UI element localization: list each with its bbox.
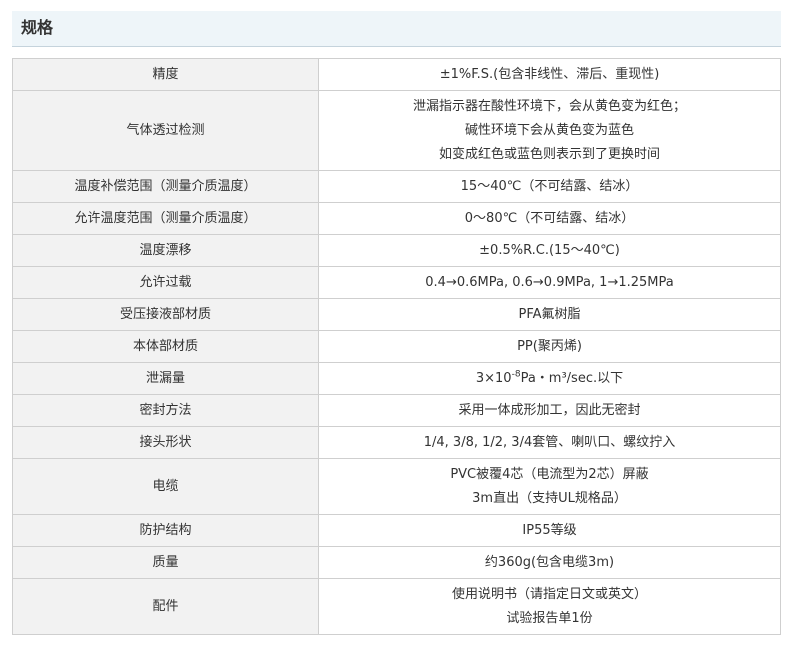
row-value: 使用说明书（请指定日文或英文） 试验报告单1份 [318,578,781,635]
row-value: 3×10-8Pa・m³/sec.以下 [318,362,781,395]
table-row: 允许温度范围（测量介质温度） 0～80℃（不可结露、结冰） [12,202,781,235]
value-line: 试验报告单1份 [506,610,593,626]
value-line: ±1%F.S.(包含非线性、滞后、重现性) [439,66,660,82]
row-label: 密封方法 [12,394,319,427]
row-value: 15～40℃（不可结露、结冰） [318,170,781,203]
row-label: 配件 [12,578,319,635]
row-label: 受压接液部材质 [12,298,319,331]
value-line: ±0.5%R.C.(15～40℃) [479,242,620,258]
row-label: 温度漂移 [12,234,319,267]
row-label: 接头形状 [12,426,319,459]
row-label: 温度补偿范围（测量介质温度） [12,170,319,203]
section-title: 规格 [21,18,54,37]
value-line: 15～40℃（不可结露、结冰） [460,178,639,194]
row-value: 1/4, 3/8, 1/2, 3/4套管、喇叭口、螺纹拧入 [318,426,781,459]
row-value: 泄漏指示器在酸性环境下，会从黄色变为红色； 碱性环境下会从黄色变为蓝色 如变成红… [318,90,781,171]
table-row: 泄漏量 3×10-8Pa・m³/sec.以下 [12,362,781,395]
row-value: ±0.5%R.C.(15～40℃) [318,234,781,267]
row-value: 采用一体成形加工，因此无密封 [318,394,781,427]
row-label: 精度 [12,58,319,91]
row-value: ±1%F.S.(包含非线性、滞后、重现性) [318,58,781,91]
table-row: 精度 ±1%F.S.(包含非线性、滞后、重现性) [12,58,781,91]
value-line: 3m直出（支持UL规格品） [472,490,627,506]
value-line: 采用一体成形加工，因此无密封 [458,402,641,418]
value-line: PP(聚丙烯) [517,338,582,354]
table-row: 接头形状 1/4, 3/8, 1/2, 3/4套管、喇叭口、螺纹拧入 [12,426,781,459]
value-line: 如变成红色或蓝色则表示到了更换时间 [438,146,660,162]
section-header: 规格 [12,11,781,47]
row-label: 本体部材质 [12,330,319,363]
row-value: PVC被覆4芯（电流型为2芯）屏蔽 3m直出（支持UL规格品） [318,458,781,515]
row-label: 允许温度范围（测量介质温度） [12,202,319,235]
row-label: 允许过载 [12,266,319,299]
value-line: 约360g(包含电缆3m) [484,554,615,570]
table-row: 电缆 PVC被覆4芯（电流型为2芯）屏蔽 3m直出（支持UL规格品） [12,458,781,515]
value-line: PVC被覆4芯（电流型为2芯）屏蔽 [450,466,649,482]
row-label: 防护结构 [12,514,319,547]
row-value: PP(聚丙烯) [318,330,781,363]
table-row: 配件 使用说明书（请指定日文或英文） 试验报告单1份 [12,578,781,635]
table-row: 密封方法 采用一体成形加工，因此无密封 [12,394,781,427]
value-line: 泄漏指示器在酸性环境下，会从黄色变为红色； [412,98,686,114]
value-line: PFA氟树脂 [518,306,581,322]
row-value: PFA氟树脂 [318,298,781,331]
table-row: 受压接液部材质 PFA氟树脂 [12,298,781,331]
table-row: 本体部材质 PP(聚丙烯) [12,330,781,363]
table-row: 防护结构 IP55等级 [12,514,781,547]
row-value: 0～80℃（不可结露、结冰） [318,202,781,235]
table-row: 质量 约360g(包含电缆3m) [12,546,781,579]
leak-prefix: 3×10 [475,370,512,386]
table-row: 允许过载 0.4→0.6MPa, 0.6→0.9MPa, 1→1.25MPa [12,266,781,299]
row-value: 0.4→0.6MPa, 0.6→0.9MPa, 1→1.25MPa [318,266,781,299]
table-row: 气体透过检测 泄漏指示器在酸性环境下，会从黄色变为红色； 碱性环境下会从黄色变为… [12,90,781,171]
row-label: 泄漏量 [12,362,319,395]
value-line: 0～80℃（不可结露、结冰） [464,210,635,226]
value-line: 碱性环境下会从黄色变为蓝色 [464,122,634,138]
value-line: 0.4→0.6MPa, 0.6→0.9MPa, 1→1.25MPa [425,274,674,290]
row-value: 约360g(包含电缆3m) [318,546,781,579]
value-line: IP55等级 [522,522,577,538]
row-label: 质量 [12,546,319,579]
row-value: IP55等级 [318,514,781,547]
leak-suffix: Pa・m³/sec.以下 [520,370,624,386]
row-label: 电缆 [12,458,319,515]
leak-exponent: -8 [511,369,521,380]
spec-table: 精度 ±1%F.S.(包含非线性、滞后、重现性) 气体透过检测 泄漏指示器在酸性… [12,58,781,635]
table-row: 温度补偿范围（测量介质温度） 15～40℃（不可结露、结冰） [12,170,781,203]
value-line: 使用说明书（请指定日文或英文） [451,586,647,602]
table-row: 温度漂移 ±0.5%R.C.(15～40℃) [12,234,781,267]
row-label: 气体透过检测 [12,90,319,171]
value-line: 1/4, 3/8, 1/2, 3/4套管、喇叭口、螺纹拧入 [423,434,676,450]
